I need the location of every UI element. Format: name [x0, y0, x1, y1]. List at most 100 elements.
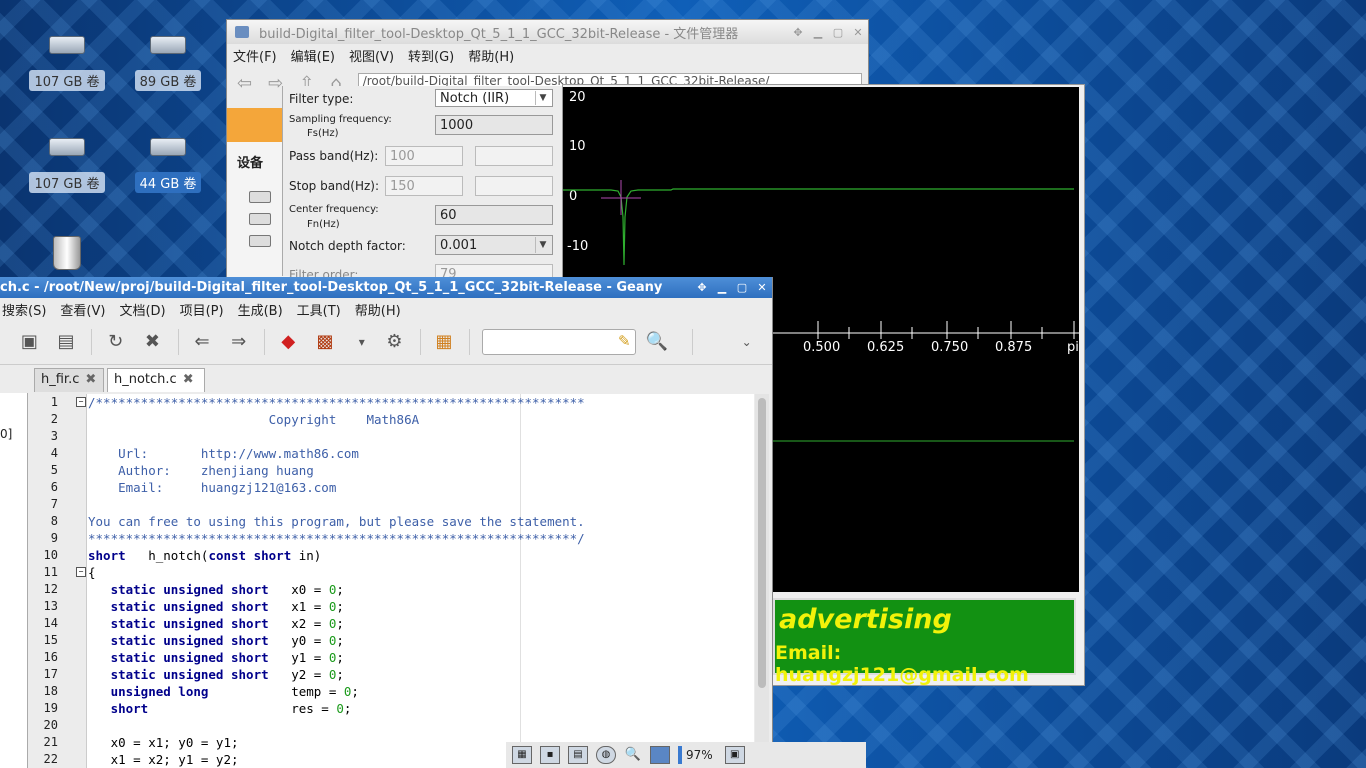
- code-line[interactable]: 18 unsigned long temp = 0;: [38, 683, 754, 700]
- desktop-icon-drive-2[interactable]: 89 GB 卷: [128, 36, 208, 91]
- code-line[interactable]: 4 Url: http://www.math86.com: [38, 445, 754, 462]
- scrollbar-thumb[interactable]: [758, 398, 766, 688]
- close-icon[interactable]: ✖: [183, 372, 194, 387]
- close-icon[interactable]: ✕: [752, 281, 772, 294]
- code-line[interactable]: 10 short h_notch(const short in): [38, 547, 754, 564]
- geany-titlebar[interactable]: ch.c - /root/New/proj/build-Digital_filt…: [0, 277, 772, 298]
- file-manager-menubar: 文件(F) 编辑(E) 视图(V) 转到(G) 帮助(H): [227, 44, 868, 66]
- code-line[interactable]: 9 ***************************************…: [38, 530, 754, 547]
- nav-forward-icon[interactable]: ⇒: [227, 330, 250, 354]
- pass-band-start-input[interactable]: 100: [385, 146, 463, 166]
- screenshot-icon[interactable]: ▣: [724, 746, 745, 764]
- menu-view[interactable]: 视图(V): [349, 46, 394, 65]
- desktop-icon-drive-3[interactable]: 107 GB 卷: [27, 138, 107, 193]
- save-icon[interactable]: ▣: [18, 330, 41, 354]
- disk-icon[interactable]: [249, 235, 271, 247]
- close-icon[interactable]: ✖: [85, 372, 96, 387]
- search-icon[interactable]: 🔍: [624, 747, 642, 763]
- menu-document[interactable]: 文档(D): [119, 300, 165, 319]
- code-line[interactable]: 7: [38, 496, 754, 513]
- folder-icon[interactable]: [650, 746, 670, 764]
- chevron-down-icon[interactable]: ▾: [350, 330, 373, 354]
- back-icon[interactable]: ⇦: [237, 73, 252, 94]
- symbol-sidebar[interactable]: 0]: [0, 393, 28, 768]
- clear-broom-icon[interactable]: ✎: [618, 332, 631, 350]
- network-icon[interactable]: ▦: [512, 746, 532, 764]
- sidebar-selected-place[interactable]: [227, 108, 289, 142]
- menu-edit[interactable]: 编辑(E): [291, 46, 335, 65]
- revert-icon[interactable]: ↻: [104, 330, 127, 354]
- menu-search[interactable]: 搜索(S): [2, 300, 46, 319]
- code-line[interactable]: 12 static unsigned short x0 = 0;: [38, 581, 754, 598]
- sticky-icon[interactable]: ✥: [788, 26, 808, 39]
- code-line[interactable]: 13 static unsigned short x1 = 0;: [38, 598, 754, 615]
- filter-type-select[interactable]: Notch (IIR) ▼: [435, 89, 553, 107]
- search-input[interactable]: ✎: [482, 329, 636, 355]
- menu-help[interactable]: 帮助(H): [468, 46, 514, 65]
- sampling-frequency-input[interactable]: 1000: [435, 115, 553, 135]
- build-icon[interactable]: ▩: [314, 330, 337, 354]
- forward-icon[interactable]: ⇨: [268, 73, 283, 94]
- maximize-icon[interactable]: ▢: [828, 26, 848, 39]
- compile-icon[interactable]: ◆: [277, 330, 300, 354]
- stop-band-start-input[interactable]: 150: [385, 176, 463, 196]
- sticky-icon[interactable]: ✥: [692, 281, 712, 294]
- save-all-icon[interactable]: ▤: [55, 330, 78, 354]
- desktop-icon-trash[interactable]: [27, 236, 107, 270]
- code-editor[interactable]: 1−/*************************************…: [38, 394, 754, 768]
- tab-h-fir[interactable]: h_fir.c ✖: [34, 368, 104, 392]
- minimize-icon[interactable]: ▁: [712, 281, 732, 294]
- folder-icon: [235, 26, 249, 38]
- code-line[interactable]: 19 short res = 0;: [38, 700, 754, 717]
- code-line[interactable]: 20: [38, 717, 754, 734]
- browser-icon[interactable]: ◍: [596, 746, 616, 764]
- code-line[interactable]: 17 static unsigned short y2 = 0;: [38, 666, 754, 683]
- menu-go[interactable]: 转到(G): [408, 46, 454, 65]
- close-icon[interactable]: ✕: [848, 26, 868, 39]
- advertising-banner[interactable]: advertising Email: huangzj121@gmail.com: [773, 598, 1076, 686]
- code-line[interactable]: 2 Copyright Math86A: [38, 411, 754, 428]
- run-gear-icon[interactable]: ⚙: [383, 330, 406, 354]
- code-line[interactable]: 5 Author: zhenjiang huang: [38, 462, 754, 479]
- nav-back-icon[interactable]: ⇐: [191, 330, 214, 354]
- disk-icon[interactable]: [249, 191, 271, 203]
- color-chooser-icon[interactable]: ▦: [433, 330, 456, 354]
- editor-scrollbar[interactable]: [755, 394, 769, 768]
- chevron-down-icon: ▼: [535, 237, 550, 253]
- code-line[interactable]: 16 static unsigned short y1 = 0;: [38, 649, 754, 666]
- file-manager-titlebar[interactable]: build-Digital_filter_tool-Desktop_Qt_5_1…: [227, 20, 868, 44]
- line-number: 1: [50, 395, 58, 409]
- code-line[interactable]: 6 Email: huangzj121@163.com: [38, 479, 754, 496]
- desktop-icon-drive-1[interactable]: 107 GB 卷: [27, 36, 107, 91]
- editor-icon[interactable]: ▤: [568, 746, 588, 764]
- pass-band-end-input[interactable]: [475, 146, 553, 166]
- menu-tools[interactable]: 工具(T): [297, 300, 341, 319]
- code-line[interactable]: 1 −/*************************************…: [38, 394, 754, 411]
- minimize-icon[interactable]: ▁: [808, 26, 828, 39]
- code-line[interactable]: 15 static unsigned short y0 = 0;: [38, 632, 754, 649]
- menu-project[interactable]: 项目(P): [180, 300, 224, 319]
- disk-icon[interactable]: [249, 213, 271, 225]
- menu-help[interactable]: 帮助(H): [355, 300, 401, 319]
- code-line[interactable]: 3: [38, 428, 754, 445]
- stop-band-end-input[interactable]: [475, 176, 553, 196]
- code-line[interactable]: 11 −{: [38, 564, 754, 581]
- code-text: short h_notch(const short in): [88, 547, 321, 564]
- fold-toggle-icon[interactable]: −: [76, 397, 86, 407]
- terminal-icon[interactable]: ▪: [540, 746, 560, 764]
- code-line[interactable]: 8 You can free to using this program, but…: [38, 513, 754, 530]
- close-file-icon[interactable]: ✖: [141, 330, 164, 354]
- code-token: ****************************************…: [88, 531, 585, 546]
- notch-depth-select[interactable]: 0.001 ▼: [435, 235, 553, 255]
- menu-build[interactable]: 生成(B): [238, 300, 283, 319]
- desktop-icon-drive-4[interactable]: 44 GB 卷: [128, 138, 208, 193]
- maximize-icon[interactable]: ▢: [732, 281, 752, 294]
- chevron-down-icon[interactable]: ⌄: [735, 330, 758, 354]
- center-frequency-input[interactable]: 60: [435, 205, 553, 225]
- menu-view[interactable]: 查看(V): [60, 300, 105, 319]
- tab-h-notch[interactable]: h_notch.c ✖: [107, 368, 205, 392]
- code-line[interactable]: 14 static unsigned short x2 = 0;: [38, 615, 754, 632]
- menu-file[interactable]: 文件(F): [233, 46, 277, 65]
- fold-toggle-icon[interactable]: −: [76, 567, 86, 577]
- search-icon[interactable]: 🔍: [646, 330, 669, 354]
